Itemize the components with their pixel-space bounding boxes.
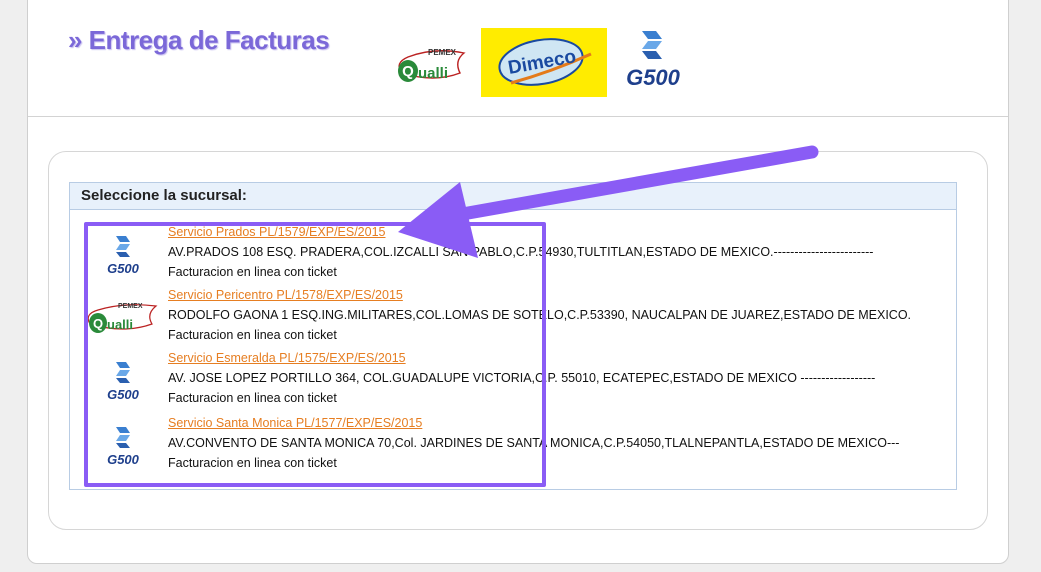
dimeco-logo: Dimeco (481, 28, 607, 97)
svg-text:ualli: ualli (418, 65, 448, 82)
page-title: » Entrega de Facturas (68, 25, 330, 55)
header: » Entrega de Facturas Q ualli PEMEX Dime… (28, 0, 1008, 117)
svg-text:Q: Q (402, 63, 414, 80)
svg-text:PEMEX: PEMEX (428, 48, 457, 57)
annotation-arrow (398, 145, 819, 258)
g500-logo: G500 (626, 31, 681, 90)
pemex-qualli-logo: Q ualli PEMEX (398, 48, 466, 82)
svg-text:G500: G500 (626, 65, 681, 90)
